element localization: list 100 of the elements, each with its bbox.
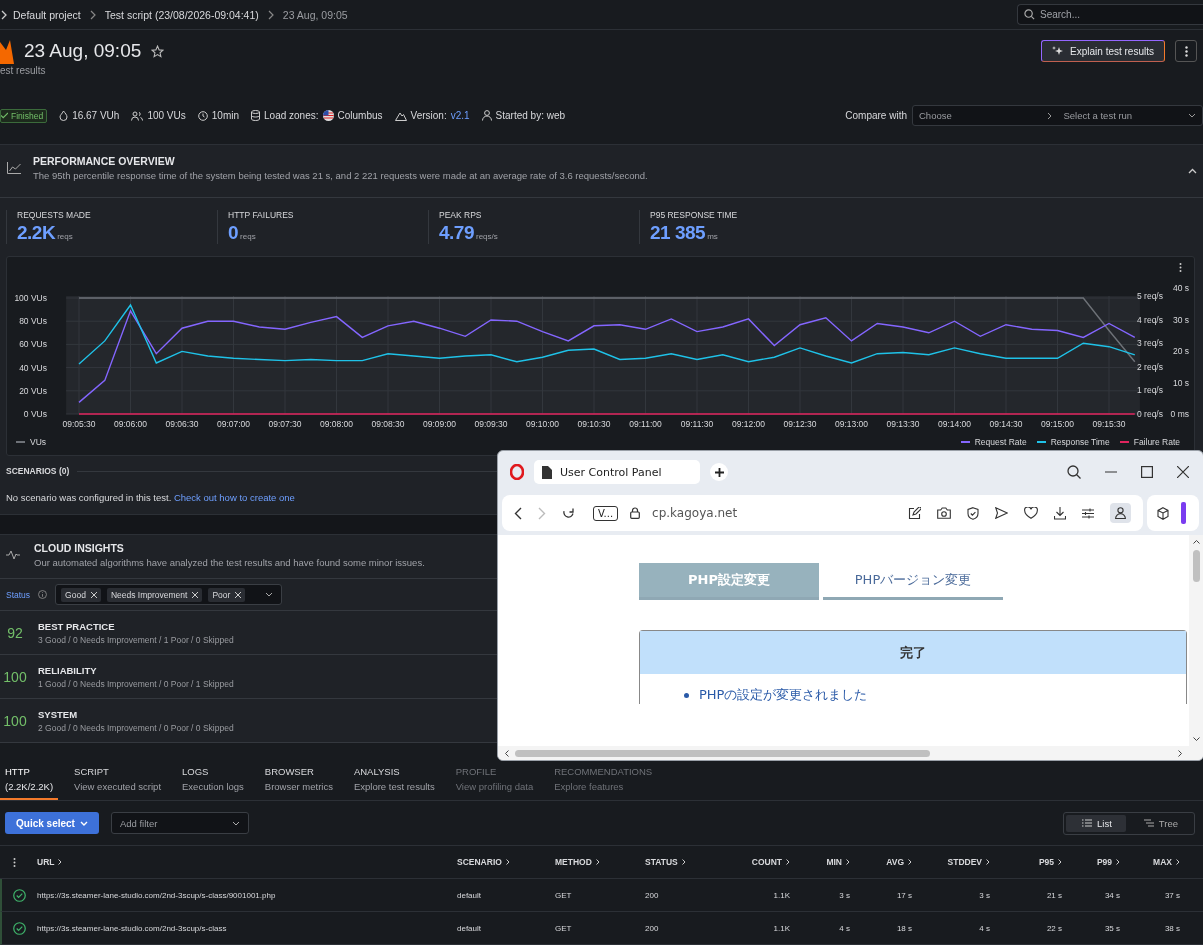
star-icon[interactable] bbox=[151, 44, 165, 58]
axis-label: 0 ms bbox=[1170, 409, 1189, 419]
metric-label: PEAK RPS bbox=[439, 210, 483, 220]
table-cell: 34 s bbox=[1104, 890, 1120, 900]
chevron-icon bbox=[1058, 859, 1062, 865]
browser-tab[interactable]: User Control Panel bbox=[534, 460, 700, 484]
axis-label: 20 VUs bbox=[19, 385, 47, 396]
breadcrumb-link[interactable]: 23 Aug, 09:05 bbox=[282, 8, 348, 21]
legend-label[interactable]: Response Time bbox=[1050, 437, 1110, 447]
axis-label: 60 VUs bbox=[19, 339, 47, 350]
search-icon[interactable] bbox=[1067, 465, 1081, 479]
view-toggle[interactable]: Tree bbox=[1127, 814, 1192, 832]
scroll-left-icon[interactable] bbox=[504, 749, 509, 757]
version-link[interactable]: v2.1 bbox=[450, 110, 470, 121]
results-tab[interactable]: SCRIPT View executed script bbox=[69, 759, 166, 800]
column-header[interactable]: COUNT bbox=[751, 857, 790, 867]
results-tab[interactable]: ANALYSIS Explore test results bbox=[348, 759, 440, 800]
axis-label: 09:06:00 bbox=[113, 419, 148, 429]
sliders-icon[interactable] bbox=[1082, 507, 1094, 519]
kebab-icon[interactable] bbox=[13, 857, 16, 867]
view-toggle[interactable]: List bbox=[1066, 814, 1126, 832]
cube-icon[interactable] bbox=[1157, 506, 1169, 520]
results-tab[interactable]: BROWSER Browser metrics bbox=[259, 759, 338, 800]
column-header[interactable]: SCENARIO bbox=[457, 857, 555, 867]
results-tab[interactable]: HTTP (2.2K/2.2K) bbox=[0, 759, 59, 800]
axis-label: 09:05:30 bbox=[62, 419, 96, 429]
version-label: Version: bbox=[410, 110, 447, 121]
check-icon bbox=[1, 112, 8, 119]
explain-button[interactable]: Explain test results bbox=[1041, 40, 1165, 62]
breadcrumb-link[interactable]: Test script (23/08/2026-09:04:41) bbox=[104, 8, 259, 21]
close-icon[interactable] bbox=[1177, 466, 1189, 478]
axis-label: 09:14:00 bbox=[937, 419, 972, 429]
axis-label: 20 s bbox=[1172, 346, 1189, 356]
site-badge[interactable]: V... bbox=[593, 505, 619, 521]
chevron-icon bbox=[846, 859, 850, 865]
results-tab[interactable]: LOGS Execution logs bbox=[177, 759, 249, 800]
maximize-icon[interactable] bbox=[1141, 466, 1153, 478]
column-header[interactable]: MAX bbox=[1153, 857, 1180, 867]
scroll-up-icon[interactable] bbox=[1192, 539, 1200, 544]
column-header[interactable]: P95 bbox=[1038, 857, 1062, 867]
heart-icon[interactable] bbox=[1024, 507, 1038, 519]
vertical-scrollbar[interactable] bbox=[1189, 535, 1203, 746]
legend-label[interactable]: Request Rate bbox=[974, 437, 1027, 447]
chevron-icon bbox=[89, 9, 96, 20]
column-header[interactable]: STATUS bbox=[645, 857, 745, 867]
download-icon[interactable] bbox=[1054, 506, 1066, 520]
legend-label[interactable]: VUs bbox=[30, 437, 47, 447]
chevron-icon bbox=[58, 859, 63, 865]
column-header[interactable]: STDDEV bbox=[947, 857, 990, 867]
mountain-icon bbox=[394, 110, 407, 121]
axis-label: 80 VUs bbox=[19, 316, 47, 327]
metric-value: 0 bbox=[228, 222, 239, 244]
help-link[interactable]: Check out how to create one bbox=[173, 492, 295, 503]
search-field[interactable]: Search... bbox=[1017, 4, 1203, 25]
scrollbar-thumb[interactable] bbox=[515, 749, 930, 757]
category-title[interactable]: RELIABILITY bbox=[38, 664, 234, 676]
collapse-icon[interactable] bbox=[1188, 168, 1197, 174]
status-filter[interactable]: Good Needs Improvement Poor bbox=[55, 584, 283, 605]
filter-tag[interactable]: Poor bbox=[208, 587, 246, 602]
horizontal-scrollbar[interactable] bbox=[498, 746, 1203, 760]
scrollbar-thumb[interactable] bbox=[1192, 550, 1200, 582]
quick-select-button[interactable]: Quick select bbox=[5, 812, 99, 834]
new-tab-button[interactable] bbox=[710, 463, 728, 481]
filter-field[interactable]: Add filter bbox=[110, 812, 249, 834]
column-header[interactable]: AVG bbox=[886, 857, 912, 867]
camera-icon[interactable] bbox=[937, 507, 951, 519]
send-icon[interactable] bbox=[995, 507, 1008, 519]
address-bar[interactable]: V... cp.kagoya.net bbox=[502, 495, 1143, 531]
axis-label: 5 req/s bbox=[1137, 291, 1163, 301]
table-cell: 17 s bbox=[896, 890, 912, 900]
column-header[interactable]: P99 bbox=[1096, 857, 1120, 867]
table-cell: 38 s bbox=[1164, 923, 1180, 933]
page-tab[interactable]: PHPバージョン変更 bbox=[823, 563, 1003, 600]
column-header[interactable]: URL bbox=[37, 857, 457, 867]
column-header[interactable]: METHOD bbox=[555, 857, 645, 867]
logo-icon bbox=[0, 38, 14, 64]
axis-label: 2 req/s bbox=[1137, 361, 1163, 372]
status-badge: Finished bbox=[0, 108, 48, 123]
sparkle-icon bbox=[1052, 45, 1065, 57]
kebab-icon[interactable] bbox=[1179, 263, 1182, 272]
category-title[interactable]: SYSTEM bbox=[38, 708, 234, 720]
scroll-down-icon[interactable] bbox=[1192, 737, 1200, 742]
category-title[interactable]: BEST PRACTICE bbox=[38, 620, 234, 632]
more-button[interactable] bbox=[1175, 40, 1197, 62]
legend-label[interactable]: Failure Rate bbox=[1133, 437, 1180, 447]
profile-button[interactable] bbox=[1110, 503, 1131, 523]
scroll-right-icon[interactable] bbox=[1178, 749, 1183, 757]
table-cell: 1.1K bbox=[773, 890, 790, 900]
shield-icon[interactable] bbox=[967, 506, 979, 520]
axis-label: 30 s bbox=[1172, 314, 1189, 325]
filter-tag[interactable]: Needs Improvement bbox=[106, 587, 203, 602]
table-cell-text: default bbox=[457, 923, 483, 933]
vus-value: 100 VUs bbox=[147, 110, 186, 121]
breadcrumb-link[interactable]: Default project bbox=[13, 8, 81, 21]
metric-label: REQUESTS MADE bbox=[17, 210, 92, 220]
edit-icon[interactable] bbox=[908, 506, 921, 520]
column-header[interactable]: MIN bbox=[826, 857, 850, 867]
back-icon[interactable] bbox=[514, 506, 522, 520]
sidebar-handle[interactable] bbox=[1181, 502, 1186, 524]
filter-tag[interactable]: Good bbox=[61, 587, 101, 602]
